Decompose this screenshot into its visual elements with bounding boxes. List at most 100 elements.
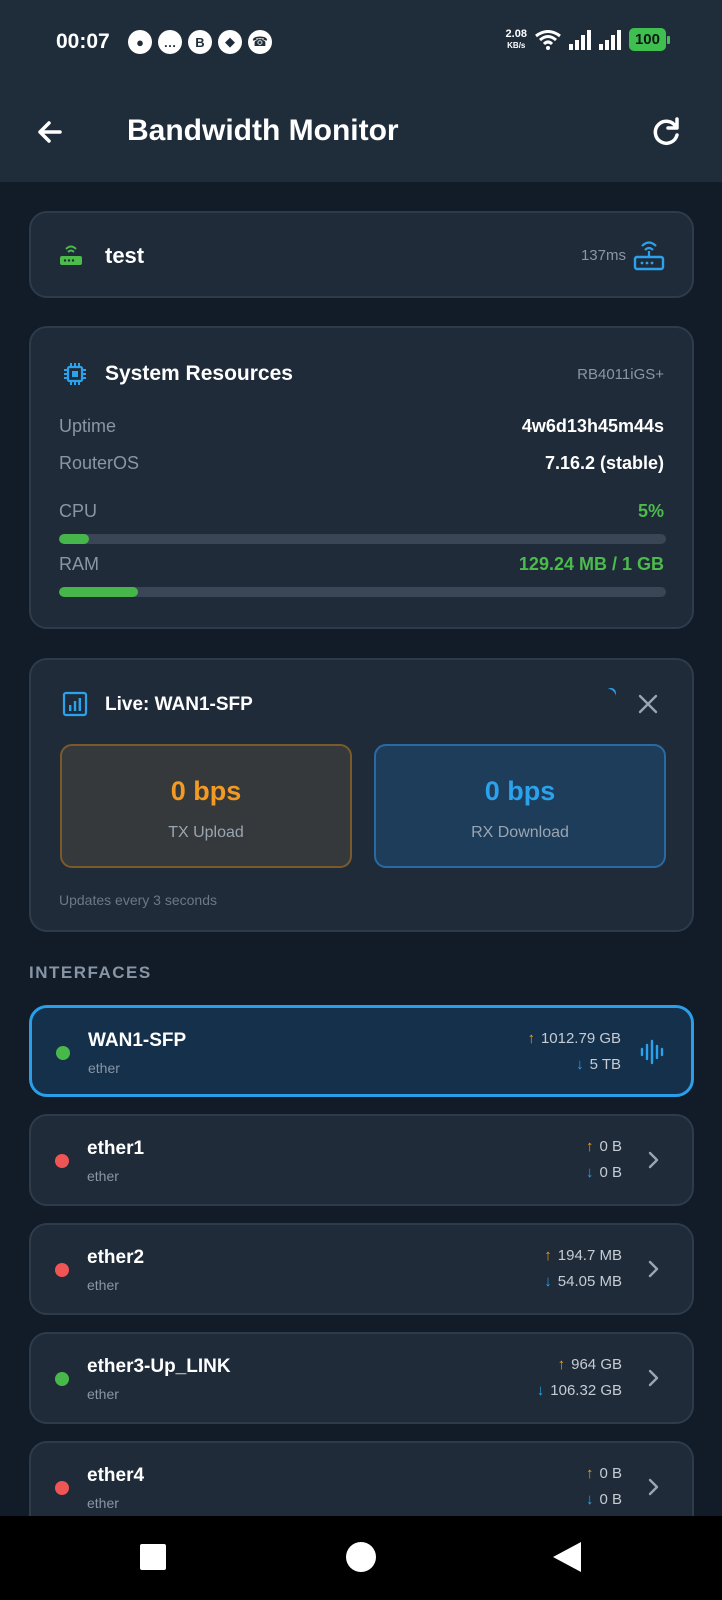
rx-download-box: 0 bps RX Download <box>374 744 666 868</box>
app-bar: Bandwidth Monitor <box>0 100 722 164</box>
interface-rx: ↓ 5 TB <box>576 1056 621 1073</box>
chevron-right-icon[interactable] <box>640 1364 668 1392</box>
status-indicators: 2.08 KB/s 100 <box>505 27 671 51</box>
status-dot <box>55 1263 69 1277</box>
status-dot <box>55 1154 69 1168</box>
tx-label: TX Upload <box>168 824 244 841</box>
home-button[interactable] <box>346 1542 376 1572</box>
cpu-value: 5% <box>637 501 664 521</box>
arrow-down-icon: ↓ <box>544 1273 552 1290</box>
interface-name: WAN1-SFP <box>88 1030 187 1051</box>
net-speed: 2.08 KB/s <box>505 27 527 50</box>
waveform-icon[interactable] <box>639 1038 667 1066</box>
interface-rx: ↓ 0 B <box>585 1491 622 1508</box>
interface-tx: ↑ 964 GB <box>557 1356 622 1373</box>
message-icon: … <box>158 30 182 54</box>
cpu-chip-icon <box>64 363 86 385</box>
signal-icon-2 <box>598 29 621 50</box>
live-title: Live: WAN1-SFP <box>105 694 253 715</box>
arrow-up-icon: ↑ <box>544 1247 552 1264</box>
chevron-right-icon[interactable] <box>640 1473 668 1501</box>
interface-name: ether1 <box>87 1138 145 1159</box>
battery-icon: 100 <box>628 28 671 51</box>
interface-name: ether3-Up_LINK <box>87 1356 231 1377</box>
status-dot <box>55 1372 69 1386</box>
interface-type: ether <box>87 1495 119 1511</box>
arrow-up-icon: ↑ <box>557 1356 566 1373</box>
status-dot <box>55 1481 69 1495</box>
rx-label: RX Download <box>471 824 569 841</box>
ram-label: RAM <box>59 554 99 574</box>
top-bar: 00:07 ● … B ◆ ☎ 2.08 KB/s 100 Bandwidth … <box>0 0 722 182</box>
arrow-up-icon: ↑ <box>585 1138 594 1155</box>
interface-type: ether <box>87 1277 119 1293</box>
interface-row-ether1[interactable]: ether1 ether ↑ 0 B ↓ 0 B <box>29 1114 694 1206</box>
tx-upload-box: 0 bps TX Upload <box>60 744 352 868</box>
router-model: RB4011iGS+ <box>577 366 664 383</box>
routeros-value: 7.16.2 (stable) <box>544 453 664 473</box>
back-button[interactable] <box>553 1542 581 1572</box>
interface-row-wan1-sfp[interactable]: WAN1-SFP ether ↑ 1012.79 GB ↓ 5 TB <box>29 1005 694 1097</box>
rx-value: 0 bps <box>484 776 556 806</box>
refresh-icon[interactable] <box>646 112 686 152</box>
update-note: Updates every 3 seconds <box>59 892 217 908</box>
interface-name: ether4 <box>87 1465 145 1486</box>
signal-icon <box>568 29 591 50</box>
router-ping: 137ms <box>580 247 626 264</box>
interface-rx: ↓ 54.05 MB <box>544 1273 622 1290</box>
interface-tx: ↑ 1012.79 GB <box>527 1030 621 1047</box>
recents-button[interactable] <box>140 1544 166 1570</box>
arrow-up-icon: ↑ <box>527 1030 535 1047</box>
interface-row-ether3-up-link[interactable]: ether3-Up_LINK ether ↑ 964 GB ↓ 106.32 GB <box>29 1332 694 1424</box>
interface-tx: ↑ 0 B <box>585 1465 622 1482</box>
system-resources-card: System Resources RB4011iGS+ Uptime 4w6d1… <box>29 326 694 629</box>
live-monitor-card: Live: WAN1-SFP 0 bps TX Upload 0 bps RX … <box>29 658 694 932</box>
viber-icon: ☎ <box>248 30 272 54</box>
status-bar: 00:07 ● … B ◆ ☎ 2.08 KB/s 100 <box>0 22 722 62</box>
grid-diamond-icon: ◆ <box>218 30 242 54</box>
arrow-left-icon[interactable] <box>30 112 70 152</box>
interface-type: ether <box>87 1168 119 1184</box>
interfaces-section-label: INTERFACES <box>29 963 152 982</box>
system-title: System Resources <box>105 362 293 385</box>
arrow-down-icon: ↓ <box>585 1491 594 1508</box>
chart-icon <box>62 691 88 717</box>
arrow-down-icon: ↓ <box>576 1056 584 1073</box>
wifi-icon <box>535 29 561 50</box>
routeros-label: RouterOS <box>59 453 140 473</box>
interface-rx: ↓ 0 B <box>585 1164 622 1181</box>
tx-value: 0 bps <box>170 776 242 806</box>
notification-icons: ● … B ◆ ☎ <box>128 30 272 54</box>
arrow-up-icon: ↑ <box>585 1465 594 1482</box>
router-card[interactable]: test 137ms <box>29 211 694 298</box>
interface-tx: ↑ 194.7 MB <box>544 1247 622 1264</box>
ram-progress-bar <box>59 587 666 597</box>
cpu-progress-bar <box>59 534 666 544</box>
ram-progress-fill <box>59 587 138 597</box>
status-dot <box>56 1046 70 1060</box>
uptime-label: Uptime <box>59 416 117 436</box>
system-navigation-bar <box>0 1516 722 1600</box>
page-title: Bandwidth Monitor <box>127 114 399 147</box>
close-icon[interactable] <box>634 690 662 718</box>
router-icon <box>633 241 665 271</box>
status-time: 00:07 <box>56 30 110 53</box>
cpu-label: CPU <box>59 501 98 521</box>
chevron-right-icon[interactable] <box>640 1255 668 1283</box>
chat-bubble-icon: ● <box>128 30 152 54</box>
interface-type: ether <box>87 1386 119 1402</box>
b-app-icon: B <box>188 30 212 54</box>
ram-value: 129.24 MB / 1 GB <box>518 554 664 574</box>
interface-name: ether2 <box>87 1247 145 1268</box>
interface-type: ether <box>88 1060 120 1076</box>
router-icon <box>60 245 82 265</box>
loading-spinner-icon <box>603 685 619 701</box>
uptime-value: 4w6d13h45m44s <box>521 416 664 436</box>
cpu-progress-fill <box>59 534 90 544</box>
arrow-down-icon: ↓ <box>536 1382 545 1399</box>
interface-row-ether2[interactable]: ether2 ether ↑ 194.7 MB ↓ 54.05 MB <box>29 1223 694 1315</box>
interface-tx: ↑ 0 B <box>585 1138 622 1155</box>
chevron-right-icon[interactable] <box>640 1146 668 1174</box>
arrow-down-icon: ↓ <box>585 1164 594 1181</box>
interface-rx: ↓ 106.32 GB <box>536 1382 622 1399</box>
